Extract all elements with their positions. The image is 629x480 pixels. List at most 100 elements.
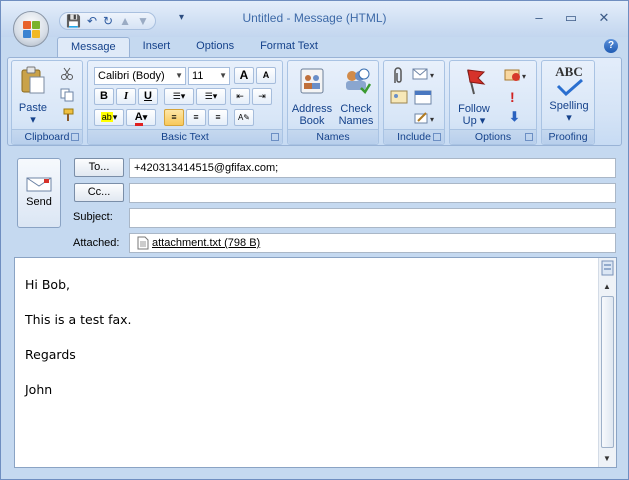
- proofing-group-label: Proofing: [542, 129, 594, 144]
- numbering-icon: ☰▾: [204, 91, 218, 101]
- basic-text-launcher-icon[interactable]: [271, 133, 279, 141]
- font-name-combo[interactable]: Calibri (Body) ▼: [94, 67, 186, 85]
- office-logo-icon: [23, 21, 41, 39]
- numbering-button[interactable]: ☰▾: [196, 88, 226, 105]
- align-right-icon: ≡: [215, 112, 221, 122]
- cc-button[interactable]: Cc...: [74, 183, 124, 202]
- address-book-button[interactable]: Address Book: [290, 66, 334, 127]
- to-button[interactable]: To...: [74, 158, 124, 177]
- maximize-button[interactable]: ▭: [557, 10, 585, 26]
- align-left-icon: ≡: [171, 112, 177, 122]
- send-button[interactable]: Send: [17, 158, 61, 228]
- body-line: Hi Bob,: [25, 277, 70, 292]
- ribbon: Paste ▾ Clipboard Calibri (Body) ▼ 11 ▼ …: [7, 57, 622, 146]
- tab-format-text[interactable]: Format Text: [247, 37, 331, 57]
- vertical-scrollbar[interactable]: ▲ ▼: [598, 258, 616, 467]
- group-options: Follow Up ▾ ▾ ! ⬇ Options: [449, 60, 537, 145]
- spelling-label: Spelling: [549, 100, 589, 112]
- check-names-button[interactable]: Check Names: [334, 66, 378, 127]
- address-book-label-1: Address: [291, 103, 333, 115]
- follow-up-label-1: Follow: [458, 103, 490, 115]
- copy-icon[interactable]: [60, 88, 74, 102]
- include-launcher-icon[interactable]: [433, 133, 441, 141]
- svg-text:▾: ▾: [522, 72, 526, 81]
- bullets-button[interactable]: ☰▾: [164, 88, 194, 105]
- underline-button[interactable]: U: [138, 88, 158, 105]
- spelling-icon: ABC: [552, 65, 586, 96]
- minimize-button[interactable]: –: [525, 10, 553, 25]
- cut-icon[interactable]: [60, 67, 74, 81]
- low-importance-icon[interactable]: ⬇: [509, 109, 520, 125]
- font-color-button[interactable]: A▾: [126, 109, 156, 126]
- bold-button[interactable]: B: [94, 88, 114, 105]
- cc-field[interactable]: [129, 183, 616, 203]
- tab-message[interactable]: Message: [57, 37, 130, 58]
- scroll-up-icon[interactable]: ▲: [603, 282, 611, 291]
- message-text: Hi Bob, This is a test fax. Regards John: [25, 276, 132, 416]
- attached-label: Attached:: [73, 237, 120, 249]
- check-names-label-2: Names: [338, 115, 374, 127]
- check-names-icon: [346, 68, 372, 94]
- office-button[interactable]: [13, 11, 49, 47]
- clipboard-launcher-icon[interactable]: [71, 133, 79, 141]
- business-card-icon[interactable]: [390, 89, 408, 105]
- scroll-thumb[interactable]: [601, 296, 614, 448]
- attach-file-icon[interactable]: [390, 67, 406, 85]
- paste-label: Paste: [18, 102, 48, 114]
- increase-indent-icon: ⇥: [258, 91, 266, 101]
- spelling-button[interactable]: ABC Spelling ▾: [544, 65, 594, 124]
- options-launcher-icon[interactable]: [525, 133, 533, 141]
- address-book-label-2: Book: [299, 115, 325, 127]
- ribbon-tabs: Message Insert Options Format Text: [57, 37, 331, 58]
- ruler-toggle-icon[interactable]: [601, 260, 614, 276]
- high-importance-icon[interactable]: !: [510, 89, 515, 105]
- follow-up-button[interactable]: Follow Up ▾: [452, 66, 496, 127]
- spelling-arrow: ▾: [566, 112, 572, 124]
- permission-icon[interactable]: ▾: [504, 68, 530, 82]
- paste-button[interactable]: Paste ▾: [16, 65, 50, 126]
- font-color-icon: A: [134, 111, 143, 126]
- font-size-value: 11: [192, 70, 204, 82]
- attach-item-icon[interactable]: ▾: [412, 67, 438, 81]
- group-include: ▾ ▾ Include: [383, 60, 445, 145]
- group-proofing: ABC Spelling ▾ Proofing: [541, 60, 595, 145]
- help-icon[interactable]: ?: [604, 39, 618, 53]
- subject-field[interactable]: [129, 208, 616, 228]
- group-basic-text: Calibri (Body) ▼ 11 ▼ A A B I U ☰▾ ☰▾ ⇤ …: [87, 60, 283, 145]
- address-book-icon: [300, 68, 324, 94]
- tab-insert[interactable]: Insert: [130, 37, 184, 57]
- grow-font-button[interactable]: A: [234, 67, 254, 84]
- align-right-button[interactable]: ≡: [208, 109, 228, 126]
- text-file-icon: [137, 236, 149, 250]
- follow-up-label-2: Up ▾: [462, 115, 486, 127]
- attachment-link[interactable]: attachment.txt (798 B): [152, 234, 260, 252]
- title-bar: 💾 ↶ ↻ ▲ ▼ ▾ Untitled - Message (HTML) – …: [1, 1, 628, 37]
- styles-button[interactable]: A✎: [234, 109, 254, 126]
- message-body[interactable]: Hi Bob, This is a test fax. Regards John: [14, 257, 617, 468]
- format-painter-icon[interactable]: [60, 108, 74, 122]
- highlight-button[interactable]: ab▾: [94, 109, 124, 126]
- align-left-button[interactable]: ≡: [164, 109, 184, 126]
- font-size-combo[interactable]: 11 ▼: [188, 67, 230, 85]
- close-button[interactable]: ✕: [590, 10, 618, 26]
- tab-options[interactable]: Options: [183, 37, 247, 57]
- decrease-indent-button[interactable]: ⇤: [230, 88, 250, 105]
- scroll-down-icon[interactable]: ▼: [603, 454, 611, 463]
- signature-icon[interactable]: ▾: [414, 111, 438, 125]
- attachment-item[interactable]: attachment.txt (798 B): [137, 234, 260, 252]
- increase-indent-button[interactable]: ⇥: [252, 88, 272, 105]
- align-center-button[interactable]: ≡: [186, 109, 206, 126]
- font-name-value: Calibri (Body): [98, 70, 165, 82]
- body-line: This is a test fax.: [25, 312, 132, 327]
- send-label: Send: [26, 196, 52, 208]
- flag-icon: [467, 69, 486, 95]
- calendar-icon[interactable]: [414, 89, 432, 105]
- subject-label: Subject:: [73, 211, 113, 223]
- chevron-down-icon: ▼: [219, 71, 227, 80]
- highlighter-icon: ab: [100, 112, 113, 122]
- to-field[interactable]: +420313414515@gfifax.com;: [129, 158, 616, 178]
- shrink-font-button[interactable]: A: [256, 67, 276, 84]
- attachments-field: attachment.txt (798 B): [129, 233, 616, 253]
- italic-button[interactable]: I: [116, 88, 136, 105]
- paste-arrow: ▾: [30, 114, 36, 126]
